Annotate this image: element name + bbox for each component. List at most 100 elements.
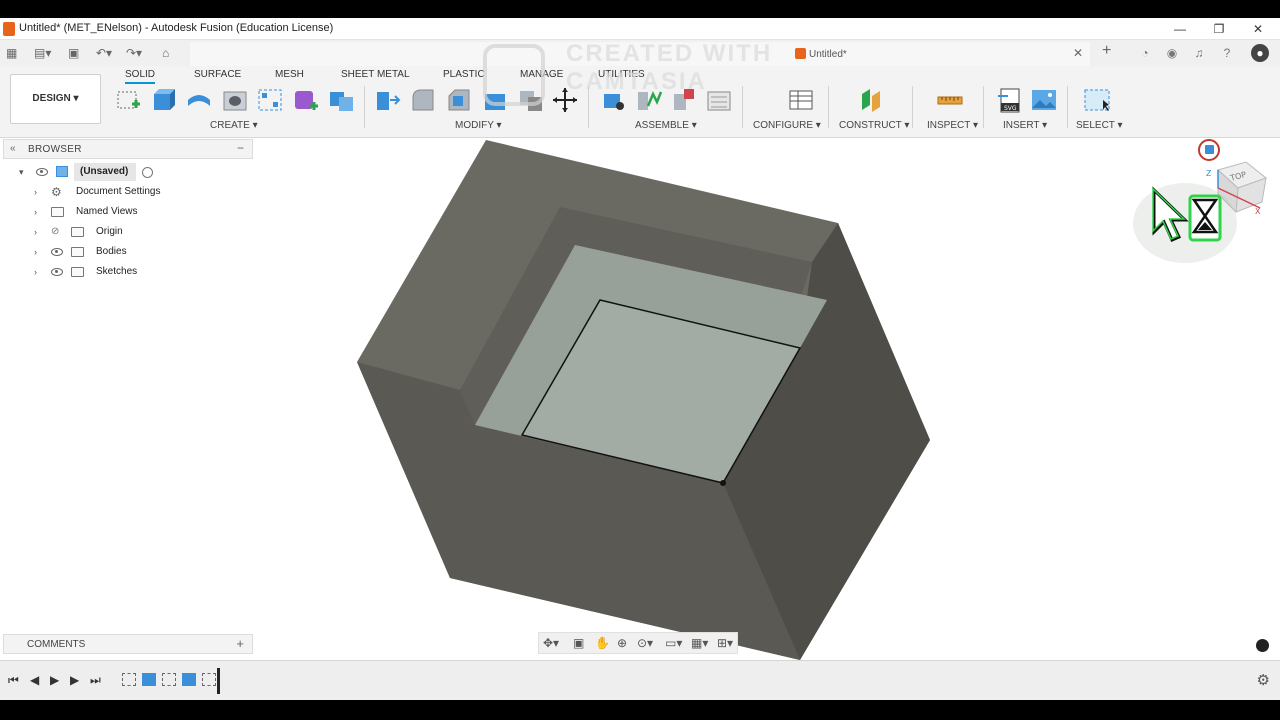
- group-modify[interactable]: MODIFY ▾: [455, 120, 502, 131]
- orbit-icon[interactable]: ✥▾: [543, 636, 559, 650]
- tab-sheet-metal[interactable]: SHEET METAL: [341, 69, 410, 80]
- minimize-panel-icon[interactable]: −: [237, 141, 244, 155]
- browser-title: BROWSER: [28, 144, 82, 155]
- add-comment-icon[interactable]: +: [236, 636, 244, 651]
- text-commands-icon[interactable]: [1256, 639, 1269, 652]
- timeline-extrude-feature[interactable]: [142, 673, 156, 686]
- go-to-start-icon[interactable]: ⏮: [8, 673, 19, 688]
- chevron-right-icon[interactable]: ›: [34, 243, 37, 261]
- folder-icon: [51, 207, 64, 217]
- user-icon[interactable]: ●: [1251, 44, 1269, 62]
- configure-table-icon[interactable]: [787, 86, 815, 114]
- look-at-icon[interactable]: ▣: [573, 636, 584, 650]
- sketch-point[interactable]: [720, 480, 726, 486]
- go-to-end-icon[interactable]: ⏭: [90, 673, 101, 688]
- model-body-svg[interactable]: [0, 138, 1280, 660]
- group-configure[interactable]: CONFIGURE ▾: [753, 120, 821, 131]
- measure-icon[interactable]: [936, 86, 964, 114]
- create-sketch-icon[interactable]: [114, 86, 142, 114]
- clock-icon[interactable]: ◔: [1136, 44, 1154, 62]
- eye-hidden-icon[interactable]: ⊘: [51, 223, 59, 241]
- step-back-icon[interactable]: ◀: [30, 673, 39, 687]
- tree-item-bodies[interactable]: › Bodies: [0, 243, 180, 261]
- online-status-icon[interactable]: ◉: [1163, 44, 1181, 62]
- chevron-right-icon[interactable]: ›: [34, 183, 37, 201]
- revolve-icon[interactable]: [185, 86, 213, 114]
- tab-solid[interactable]: SOLID: [125, 69, 156, 84]
- eye-icon[interactable]: [36, 168, 48, 176]
- gear-icon[interactable]: ⚙: [1257, 671, 1270, 689]
- tab-plastic[interactable]: PLASTIC: [443, 69, 485, 80]
- tab-surface[interactable]: SURFACE: [194, 69, 241, 80]
- timeline-marker[interactable]: [217, 668, 220, 694]
- fit-icon[interactable]: ⊙▾: [637, 636, 653, 650]
- minimize-button[interactable]: —: [1166, 20, 1194, 38]
- close-tab-icon[interactable]: ✕: [1073, 45, 1083, 61]
- tree-item-origin[interactable]: › ⊘ Origin: [0, 223, 180, 241]
- axis-x-label: X: [1255, 207, 1261, 216]
- eye-icon[interactable]: [51, 248, 63, 256]
- group-create[interactable]: CREATE ▾: [210, 120, 258, 131]
- pattern-icon[interactable]: [256, 86, 284, 114]
- tree-item-document-settings[interactable]: › ⚙ Document Settings: [0, 183, 180, 201]
- fillet-icon[interactable]: [409, 86, 437, 114]
- press-pull-icon[interactable]: [373, 86, 401, 114]
- pan-icon[interactable]: ✋: [595, 636, 610, 650]
- zoom-icon[interactable]: ⊕: [617, 636, 627, 650]
- create-form-icon[interactable]: [292, 86, 320, 114]
- chevron-down-icon[interactable]: ▾: [19, 163, 24, 181]
- tab-mesh[interactable]: MESH: [275, 69, 304, 80]
- timeline-sketch-feature[interactable]: [122, 673, 136, 686]
- tree-item-named-views[interactable]: › Named Views: [0, 203, 180, 221]
- window-title: Untitled* (MET_ENelson) - Autodesk Fusio…: [19, 22, 334, 34]
- close-button[interactable]: ✕: [1244, 20, 1272, 38]
- step-forward-icon[interactable]: ▶: [70, 673, 79, 687]
- comments-panel-header[interactable]: COMMENTS +: [3, 634, 253, 654]
- help-icon[interactable]: ?: [1218, 44, 1236, 62]
- insert-svg-icon[interactable]: SVG: [996, 86, 1024, 114]
- select-window-icon[interactable]: [1083, 86, 1111, 114]
- insert-canvas-icon[interactable]: [1030, 86, 1058, 114]
- timeline-sketch-feature[interactable]: [202, 673, 216, 686]
- home-icon[interactable]: ⌂: [162, 45, 169, 61]
- group-select[interactable]: SELECT ▾: [1076, 120, 1123, 131]
- grid-settings-icon[interactable]: ▦▾: [691, 636, 708, 650]
- tree-item-label: Bodies: [96, 246, 127, 257]
- redo-icon[interactable]: ↷▾: [126, 45, 142, 61]
- bell-icon[interactable]: ♫: [1190, 44, 1208, 62]
- tree-root[interactable]: ▾ (Unsaved): [0, 163, 180, 181]
- play-icon[interactable]: ▶: [50, 673, 59, 687]
- workspace-label: DESIGN: [32, 93, 71, 104]
- derive-icon[interactable]: [328, 86, 356, 114]
- group-insert[interactable]: INSERT ▾: [1003, 120, 1047, 131]
- chevron-right-icon[interactable]: ›: [34, 203, 37, 221]
- grid-icon[interactable]: ▦: [6, 45, 17, 61]
- chamfer-icon[interactable]: [445, 86, 473, 114]
- group-inspect[interactable]: INSPECT ▾: [927, 120, 978, 131]
- group-assemble[interactable]: ASSEMBLE ▾: [635, 120, 697, 131]
- component-icon: [56, 166, 68, 177]
- chevron-right-icon[interactable]: ›: [34, 263, 37, 281]
- maximize-button[interactable]: ❐: [1205, 20, 1233, 38]
- eye-icon[interactable]: [51, 268, 63, 276]
- model-canvas[interactable]: TOP X Z: [0, 138, 1280, 660]
- display-settings-icon[interactable]: ▭▾: [665, 636, 682, 650]
- tree-item-sketches[interactable]: › Sketches: [0, 263, 180, 281]
- save-icon[interactable]: ▣: [68, 45, 79, 61]
- chevron-right-icon[interactable]: ›: [34, 223, 37, 241]
- file-icon[interactable]: ▤▾: [34, 45, 51, 61]
- hole-icon[interactable]: [221, 86, 249, 114]
- undo-icon[interactable]: ↶▾: [96, 45, 112, 61]
- plus-icon[interactable]: +: [1102, 43, 1111, 59]
- timeline-extrude-feature[interactable]: [182, 673, 196, 686]
- browser-panel-header[interactable]: « BROWSER −: [3, 139, 253, 159]
- viewports-icon[interactable]: ⊞▾: [717, 636, 733, 650]
- activate-radio-icon[interactable]: [142, 167, 153, 178]
- root-component-label[interactable]: (Unsaved): [74, 163, 136, 181]
- offset-plane-icon[interactable]: [858, 86, 886, 114]
- timeline-sketch-feature[interactable]: [162, 673, 176, 686]
- workspace-switcher[interactable]: DESIGN ▾: [10, 74, 101, 124]
- extrude-icon[interactable]: [149, 86, 177, 114]
- group-construct[interactable]: CONSTRUCT ▾: [839, 120, 909, 131]
- collapse-panel-icon[interactable]: «: [10, 143, 16, 154]
